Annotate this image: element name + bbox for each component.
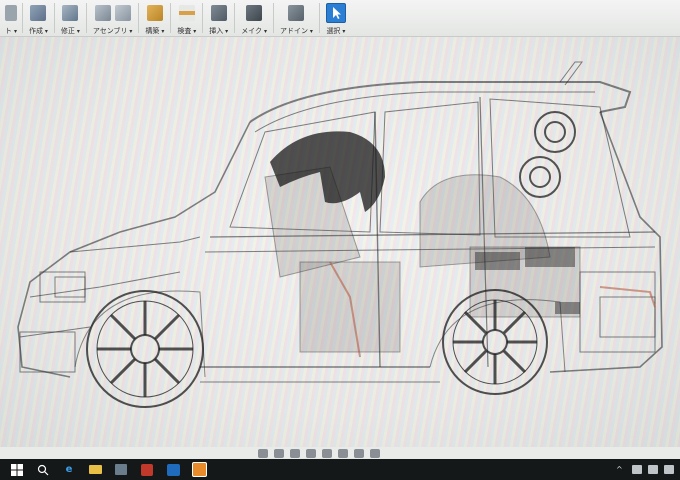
inspect-menu[interactable]: 検査 — [171, 0, 202, 36]
insert-menu[interactable]: 挿入 — [203, 0, 234, 36]
zoom-icon[interactable] — [306, 448, 316, 458]
toolbar-ribbon: ト 作成 修正 アセンブリ 構築 検査 — [0, 0, 680, 37]
outlook-icon[interactable] — [164, 462, 182, 478]
chevron-up-icon[interactable]: ^ — [616, 465, 626, 474]
plane-icon — [146, 5, 163, 21]
assembly-icon — [94, 5, 111, 21]
sketch-icon — [5, 5, 17, 21]
edge-icon[interactable]: e — [60, 462, 78, 478]
rear-wheel — [442, 289, 548, 395]
insert-image-icon — [210, 5, 227, 21]
select-arrow-icon — [325, 3, 346, 23]
make-icon — [246, 5, 263, 21]
cube-icon — [30, 5, 47, 21]
viewports-icon[interactable] — [370, 448, 380, 458]
fusion-app-icon[interactable] — [190, 462, 208, 478]
modify-icon — [62, 5, 79, 21]
system-tray: ^ — [616, 465, 680, 474]
select-menu[interactable]: 選択 — [320, 0, 352, 36]
navigation-bar — [258, 447, 380, 459]
modify-menu[interactable]: 修正 — [55, 0, 86, 36]
addins-menu[interactable]: アドイン — [274, 0, 319, 36]
fit-icon[interactable] — [322, 448, 332, 458]
pan-icon[interactable] — [290, 448, 300, 458]
addin-icon — [288, 5, 305, 21]
windows-taskbar: e ^ — [0, 459, 680, 480]
search-icon[interactable] — [34, 462, 52, 478]
display-settings-icon[interactable] — [338, 448, 348, 458]
orbit-icon[interactable] — [258, 448, 268, 458]
look-at-icon[interactable] — [274, 448, 284, 458]
start-icon[interactable] — [8, 462, 26, 478]
ribbon-stub[interactable]: ト — [0, 0, 22, 36]
volume-icon[interactable] — [648, 465, 658, 474]
assemble-menu[interactable]: アセンブリ — [87, 0, 139, 36]
store-icon[interactable] — [112, 462, 130, 478]
network-icon[interactable] — [632, 465, 642, 474]
construct-menu[interactable]: 構築 — [139, 0, 170, 36]
notification-icon[interactable] — [664, 465, 674, 474]
security-icon[interactable] — [138, 462, 156, 478]
joint-icon — [114, 5, 131, 21]
car-wireframe-model[interactable] — [0, 37, 680, 447]
make-menu[interactable]: メイク — [235, 0, 273, 36]
front-wheel — [86, 290, 204, 408]
model-viewport[interactable] — [0, 37, 680, 447]
create-menu[interactable]: 作成 — [23, 0, 54, 36]
measure-icon — [178, 5, 195, 21]
grid-icon[interactable] — [354, 448, 364, 458]
file-explorer-icon[interactable] — [86, 462, 104, 478]
